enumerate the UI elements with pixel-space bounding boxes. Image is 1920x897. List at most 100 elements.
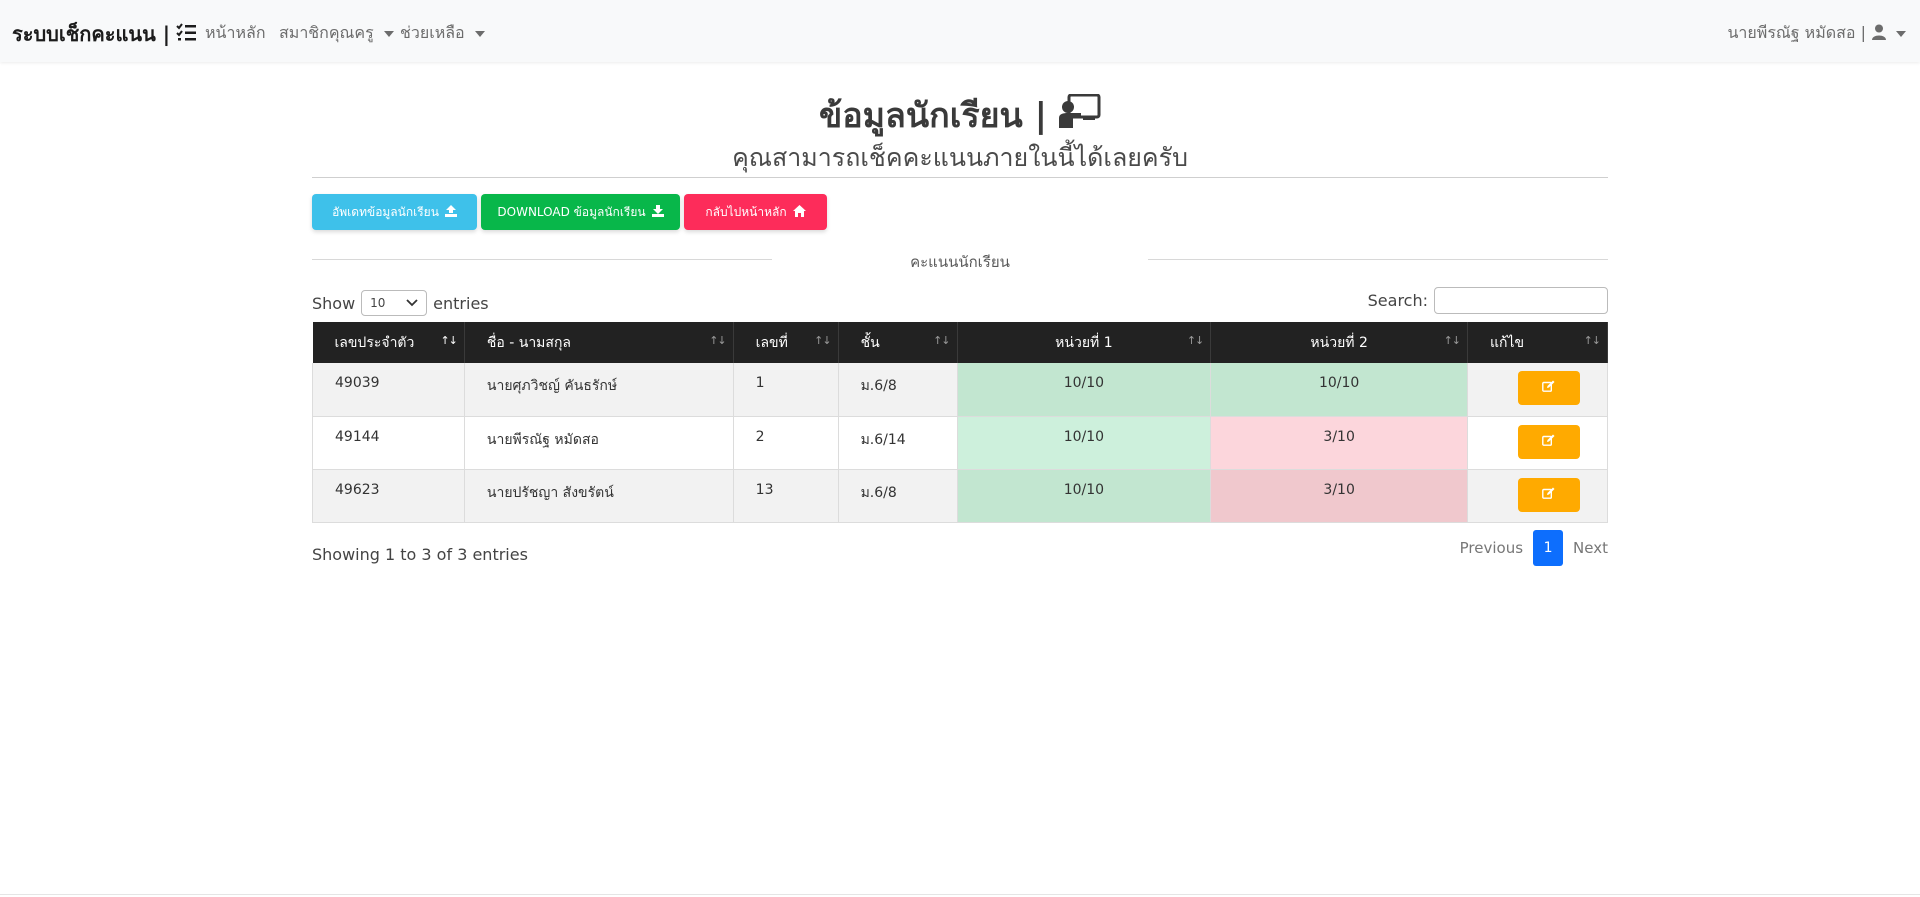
cell-number: 2 — [733, 416, 839, 470]
column-header-label: เลขที่ — [755, 334, 788, 351]
column-header-label: เลขประจำตัว — [334, 334, 415, 351]
column-header-name[interactable]: ชื่อ - นามสกุล ↑↓ — [464, 322, 734, 363]
pagination: Previous 1 Next — [1460, 530, 1608, 566]
back-home-button[interactable]: กลับไปหน้าหลัก — [684, 194, 827, 230]
navbar: ระบบเช็กคะแนน | หน้าหลัก สมาชิกคุณครู ช่… — [0, 0, 1920, 62]
chevron-down-icon — [1896, 30, 1906, 37]
table-search: Search: — [1368, 287, 1608, 314]
update-students-button[interactable]: อัพเดทข้อมูลนักเรียน — [312, 194, 477, 230]
entries-select[interactable]: 10 — [361, 290, 428, 316]
cell-unit2: 3/10 — [1210, 469, 1469, 523]
cell-student-id: 49039 — [312, 363, 465, 417]
divider — [312, 177, 1608, 178]
chevron-down-icon — [406, 296, 418, 310]
sort-icon: ↑↓ — [1443, 334, 1461, 347]
cell-name: นายพีรณัฐ หมัดสอ — [464, 416, 734, 470]
page-button-1[interactable]: 1 — [1533, 530, 1564, 566]
table-row: 49623 นายปรัชญา สังขรัตน์ 13 ม.6/8 10/10… — [312, 469, 1608, 523]
edit-button[interactable] — [1517, 477, 1580, 512]
sort-icon: ↑↓ — [440, 334, 457, 347]
cell-unit1: 10/10 — [957, 416, 1212, 470]
cell-class: ม.6/14 — [838, 416, 958, 470]
edit-icon — [1542, 380, 1555, 396]
section-divider-right — [1148, 259, 1608, 260]
list-check-icon — [176, 22, 197, 46]
cell-student-id: 49144 — [312, 416, 465, 470]
cell-name: นายศุภวิชญ์ คันธรักษ์ — [464, 363, 734, 417]
user-icon — [1872, 24, 1886, 44]
table-header-row: เลขประจำตัว ↑↓ ชื่อ - นามสกุล ↑↓ เลขที่ … — [312, 322, 1608, 363]
nav-teacher-members[interactable]: สมาชิกคุณครู — [279, 21, 394, 46]
download-icon — [651, 204, 664, 220]
nav-help[interactable]: ช่วยเหลือ — [400, 21, 485, 46]
page-title-text: ข้อมูลนักเรียน | — [818, 96, 1048, 136]
column-header-label: หน่วยที่ 1 — [1055, 334, 1113, 351]
column-header-edit[interactable]: แก้ไข ↑↓ — [1467, 322, 1608, 363]
edit-button[interactable] — [1517, 424, 1580, 459]
section-label: คะแนนนักเรียน — [910, 253, 1010, 271]
download-students-label: DOWNLOAD ข้อมูลนักเรียน — [497, 204, 646, 219]
cell-unit1: 10/10 — [957, 469, 1212, 523]
chalkboard-teacher-icon — [1059, 93, 1101, 137]
page-title: ข้อมูลนักเรียน | — [0, 88, 1920, 142]
user-name: นายพีรณัฐ หมัดสอ | — [1727, 23, 1866, 42]
page-bottom-border — [0, 894, 1920, 895]
brand[interactable]: ระบบเช็กคะแนน | — [12, 18, 197, 50]
update-students-label: อัพเดทข้อมูลนักเรียน — [332, 204, 439, 219]
cell-number: 1 — [733, 363, 839, 417]
chevron-down-icon — [474, 30, 485, 37]
column-header-label: ชั้น — [860, 334, 880, 351]
edit-icon — [1542, 434, 1555, 450]
show-entries: Show 10 entries — [312, 290, 489, 316]
cell-number: 13 — [733, 469, 839, 523]
sort-icon: ↑↓ — [709, 334, 726, 347]
home-icon — [792, 204, 806, 220]
edit-icon — [1542, 487, 1555, 503]
column-header-unit2[interactable]: หน่วยที่ 2 ↑↓ — [1210, 322, 1469, 363]
cell-unit2: 3/10 — [1210, 416, 1469, 470]
cell-class: ม.6/8 — [838, 363, 958, 417]
search-label: Search: — [1367, 291, 1428, 310]
cell-class: ม.6/8 — [838, 469, 958, 523]
table-row: 49039 นายศุภวิชญ์ คันธรักษ์ 1 ม.6/8 10/1… — [312, 363, 1608, 417]
nav-teacher-members-label: สมาชิกคุณครู — [279, 23, 374, 42]
next-button[interactable]: Next — [1573, 539, 1608, 557]
column-header-unit1[interactable]: หน่วยที่ 1 ↑↓ — [957, 322, 1212, 363]
students-table: เลขประจำตัว ↑↓ ชื่อ - นามสกุล ↑↓ เลขที่ … — [312, 322, 1608, 523]
upload-icon — [444, 204, 457, 220]
user-menu[interactable]: นายพีรณัฐ หมัดสอ | — [1727, 21, 1906, 46]
chevron-down-icon — [383, 30, 394, 37]
table-info: Showing 1 to 3 of 3 entries — [312, 545, 528, 564]
cell-edit — [1467, 416, 1608, 470]
cell-unit2: 10/10 — [1210, 363, 1469, 417]
column-header-number[interactable]: เลขที่ ↑↓ — [733, 322, 839, 363]
cell-name: นายปรัชญา สังขรัตน์ — [464, 469, 734, 523]
sort-icon: ↑↓ — [814, 334, 831, 347]
cell-unit1: 10/10 — [957, 363, 1212, 417]
entries-select-value: 10 — [370, 296, 386, 310]
column-header-label: แก้ไข — [1490, 334, 1525, 351]
show-label: Show — [312, 293, 356, 313]
nav-help-label: ช่วยเหลือ — [400, 23, 465, 42]
entries-label: entries — [433, 293, 489, 313]
brand-label: ระบบเช็กคะแนน | — [12, 22, 171, 46]
edit-button[interactable] — [1517, 371, 1580, 405]
nav-home-label: หน้าหลัก — [205, 23, 266, 42]
sort-icon: ↑↓ — [1583, 334, 1601, 347]
page-subtitle: คุณสามารถเช็คคะแนนภายในนี้ได้เลยครับ — [732, 143, 1188, 172]
column-header-label: ชื่อ - นามสกุล — [486, 334, 572, 351]
cell-edit — [1467, 363, 1608, 417]
column-header-label: หน่วยที่ 2 — [1310, 334, 1368, 351]
nav-home[interactable]: หน้าหลัก — [205, 21, 266, 46]
download-students-button[interactable]: DOWNLOAD ข้อมูลนักเรียน — [481, 194, 680, 230]
cell-edit — [1467, 469, 1608, 523]
sort-icon: ↑↓ — [933, 334, 950, 347]
column-header-class[interactable]: ชั้น ↑↓ — [838, 322, 958, 363]
table-row: 49144 นายพีรณัฐ หมัดสอ 2 ม.6/14 10/10 3/… — [312, 416, 1608, 470]
back-home-label: กลับไปหน้าหลัก — [705, 204, 787, 219]
search-input[interactable] — [1434, 287, 1608, 314]
cell-student-id: 49623 — [312, 469, 465, 523]
previous-button[interactable]: Previous — [1460, 539, 1523, 557]
sort-icon: ↑↓ — [1186, 334, 1204, 347]
column-header-student-id[interactable]: เลขประจำตัว ↑↓ — [312, 322, 465, 363]
